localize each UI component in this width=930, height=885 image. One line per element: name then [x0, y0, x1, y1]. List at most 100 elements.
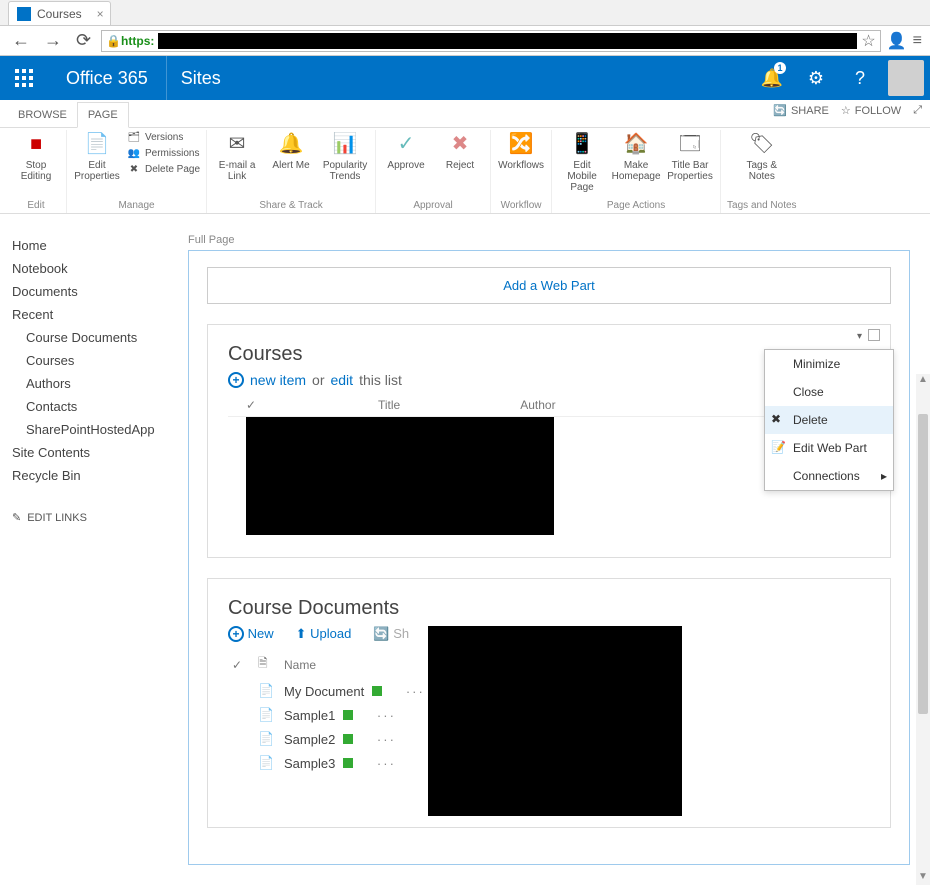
nav-site-contents[interactable]: Site Contents [12, 441, 176, 464]
ellipsis-icon[interactable]: ··· [377, 708, 396, 723]
nav-courses[interactable]: Courses [12, 349, 176, 372]
new-item-link[interactable]: new item [250, 372, 306, 388]
edit-mobile-button[interactable]: 📱Edit Mobile Page [558, 130, 606, 193]
edit-mobile-label: Edit Mobile Page [558, 160, 606, 193]
menu-edit-webpart[interactable]: 📝Edit Web Part [765, 434, 893, 462]
notifications-icon[interactable]: 🔔1 [750, 56, 794, 100]
lock-icon: 🔒 [106, 34, 121, 48]
webpart-menu-chevron-icon[interactable]: ▾ [857, 331, 862, 342]
ellipsis-icon[interactable]: ··· [406, 684, 425, 699]
share-label: Sh [393, 626, 409, 641]
chrome-menu-icon[interactable]: ≡ [913, 32, 922, 50]
focus-icon[interactable]: ⤢ [913, 104, 922, 117]
reject-label: Reject [446, 160, 474, 171]
edit-links-button[interactable]: ✎EDIT LINKS [12, 511, 176, 524]
envelope-icon: ✉ [223, 130, 251, 158]
sync-icon: 🔄 [373, 626, 389, 641]
settings-gear-icon[interactable]: ⚙ [794, 56, 838, 100]
plus-circle-icon[interactable]: + [228, 372, 244, 388]
file-name[interactable]: Sample1 [284, 708, 353, 723]
nav-documents[interactable]: Documents [12, 280, 176, 303]
new-doc-button[interactable]: + New [228, 626, 274, 642]
menu-delete[interactable]: ✖Delete [765, 406, 893, 434]
nav-home[interactable]: Home [12, 234, 176, 257]
reload-icon[interactable]: ⟳ [72, 30, 95, 51]
add-webpart-button[interactable]: Add a Web Part [207, 267, 891, 304]
reject-button[interactable]: ✖Reject [436, 130, 484, 171]
delete-page-button[interactable]: ✖Delete Page [127, 162, 200, 176]
vertical-scrollbar[interactable]: ▲ ▼ [916, 374, 930, 885]
scroll-down-icon[interactable]: ▼ [916, 871, 930, 885]
group-label-workflow: Workflow [501, 198, 542, 213]
app-label[interactable]: Sites [166, 56, 235, 100]
make-homepage-button[interactable]: 🏠Make Homepage [612, 130, 660, 182]
email-link-button[interactable]: ✉E-mail a Link [213, 130, 261, 182]
address-bar[interactable]: 🔒 https: ☆ [101, 30, 881, 52]
nav-authors[interactable]: Authors [12, 372, 176, 395]
webpart-docs-title: Course Documents [228, 597, 870, 620]
tags-notes-button[interactable]: 🏷Tags & Notes [738, 130, 786, 182]
check-all-icon[interactable]: ✓ [232, 658, 246, 672]
check-icon: ✓ [392, 130, 420, 158]
group-label-manage: Manage [118, 198, 154, 213]
titlebar-properties-button[interactable]: 🗔Title Bar Properties [666, 130, 714, 182]
tab-close-icon[interactable]: × [97, 7, 104, 21]
new-badge-icon [372, 686, 382, 696]
permissions-button[interactable]: 👥Permissions [127, 146, 200, 160]
brand-label[interactable]: Office 365 [48, 68, 166, 89]
file-name[interactable]: Sample2 [284, 732, 353, 747]
check-all-icon[interactable]: ✓ [246, 398, 258, 412]
menu-edit-wp-label: Edit Web Part [793, 441, 867, 455]
upload-button[interactable]: ⬆ Upload [296, 626, 352, 642]
share-button[interactable]: 🔄SHARE [773, 104, 829, 117]
nav-notebook[interactable]: Notebook [12, 257, 176, 280]
webpart-context-menu: Minimize Close ✖Delete 📝Edit Web Part Co… [764, 349, 894, 491]
col-name[interactable]: Name [284, 658, 316, 672]
approve-button[interactable]: ✓Approve [382, 130, 430, 171]
scroll-thumb[interactable] [918, 414, 928, 714]
edit-properties-button[interactable]: 📄Edit Properties [73, 130, 121, 182]
ellipsis-icon[interactable]: ··· [377, 756, 396, 771]
nav-contacts[interactable]: Contacts [12, 395, 176, 418]
file-name[interactable]: Sample3 [284, 756, 353, 771]
https-label: https: [121, 34, 154, 48]
ellipsis-icon[interactable]: ··· [377, 732, 396, 747]
follow-label: FOLLOW [855, 105, 901, 117]
nav-recycle-bin[interactable]: Recycle Bin [12, 464, 176, 487]
scroll-up-icon[interactable]: ▲ [916, 374, 930, 388]
browser-tab[interactable]: Courses × [8, 1, 111, 25]
group-label-edit: Edit [27, 198, 44, 213]
app-launcher-icon[interactable] [0, 56, 48, 100]
edit-list-link[interactable]: edit [330, 372, 353, 388]
nav-sphostedapp[interactable]: SharePointHostedApp [12, 418, 176, 441]
group-label-page-actions: Page Actions [607, 198, 665, 213]
forward-icon[interactable]: → [40, 30, 66, 51]
menu-close-label: Close [793, 385, 824, 399]
help-icon[interactable]: ? [838, 56, 882, 100]
col-author[interactable]: Author [520, 398, 555, 412]
home-icon: 🏠 [622, 130, 650, 158]
popularity-trends-button[interactable]: 📊Popularity Trends [321, 130, 369, 182]
tab-page[interactable]: PAGE [77, 102, 129, 128]
follow-button[interactable]: ☆FOLLOW [841, 104, 901, 117]
tab-browse[interactable]: BROWSE [8, 103, 77, 127]
col-title[interactable]: Title [378, 398, 400, 412]
versions-button[interactable]: 🗂Versions [127, 130, 200, 144]
browser-tab-strip: Courses × [0, 0, 930, 26]
file-name[interactable]: My Document [284, 684, 382, 699]
stop-editing-button[interactable]: ■Stop Editing [12, 130, 60, 182]
workflows-button[interactable]: 🔀Workflows [497, 130, 545, 171]
nav-course-documents[interactable]: Course Documents [12, 326, 176, 349]
nav-recent[interactable]: Recent [12, 303, 176, 326]
menu-minimize[interactable]: Minimize [765, 350, 893, 378]
webpart-select-checkbox[interactable] [868, 329, 880, 341]
menu-close[interactable]: Close [765, 378, 893, 406]
menu-connections[interactable]: Connections▸ [765, 462, 893, 490]
alert-me-button[interactable]: 🔔Alert Me [267, 130, 315, 171]
back-icon[interactable]: ← [8, 30, 34, 51]
star-icon[interactable]: ☆ [861, 31, 875, 51]
bell-icon: 🔔 [277, 130, 305, 158]
avatar[interactable] [888, 60, 924, 96]
versions-label: Versions [145, 132, 183, 143]
user-icon[interactable]: 👤 [887, 31, 907, 51]
